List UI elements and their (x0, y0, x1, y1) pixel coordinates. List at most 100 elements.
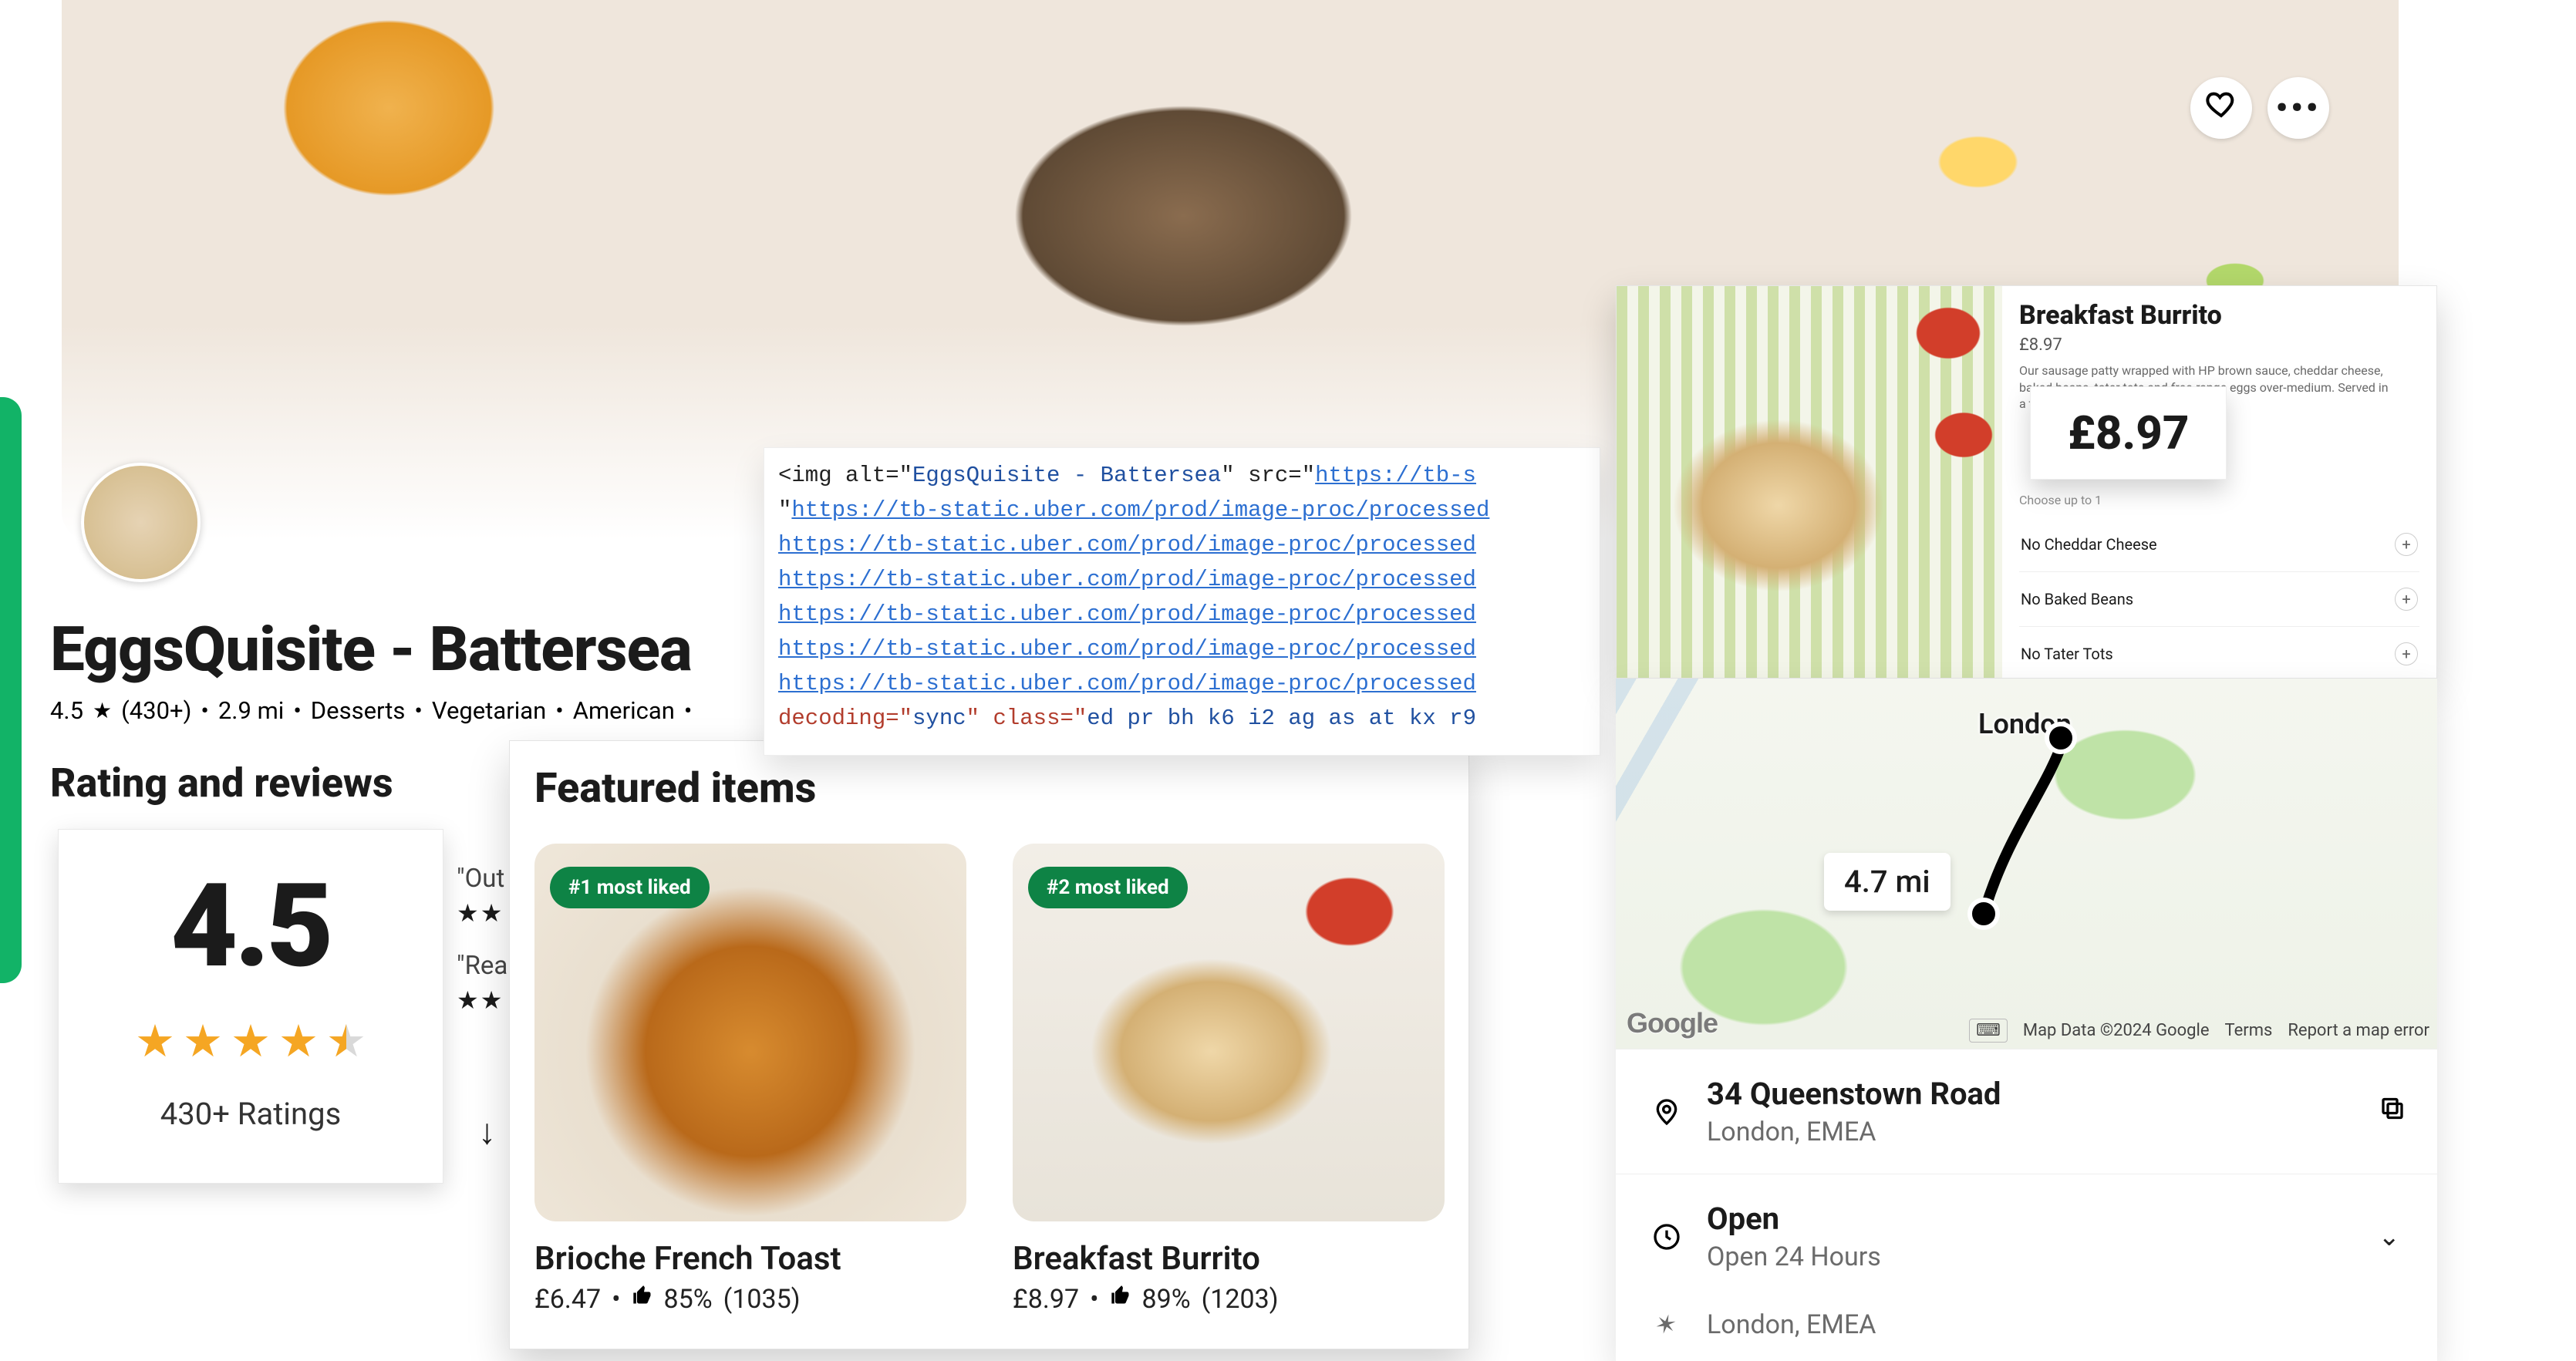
location-pin-icon (1648, 1093, 1685, 1130)
code-text: <img alt=" (778, 463, 912, 488)
code-url[interactable]: https://tb-static.uber.com/prod/image-pr… (778, 636, 1476, 662)
copy-address-icon[interactable] (2379, 1094, 2406, 1129)
meta-sep: • (414, 696, 422, 725)
open-label: Open (1707, 1201, 1881, 1237)
map[interactable]: London 4.7 mi Google ⌨ Map Data ©2024 Go… (1616, 679, 2437, 1049)
map-point-end (2049, 726, 2072, 750)
rating-value: 4.5 (50, 696, 83, 725)
item-price-small: £8.97 (2019, 335, 2419, 355)
price-callout: £8.97 (2030, 386, 2227, 480)
tag: Vegetarian (432, 696, 546, 725)
chevron-down-icon: ⌄ (2379, 1221, 2401, 1252)
item-detail-image (1617, 286, 2002, 678)
keyboard-icon[interactable]: ⌨ (1969, 1019, 2008, 1043)
code-url[interactable]: https://tb-static.uber.com/prod/image-pr… (778, 567, 1476, 592)
code-text: " src=" (1221, 463, 1315, 488)
item-detail-panel: Breakfast Burrito £8.97 Our sausage patt… (1616, 285, 2437, 679)
star-half-icon: ★ (326, 1015, 366, 1068)
hours-row[interactable]: Open Open 24 Hours ⌄ (1616, 1174, 2437, 1299)
code-url[interactable]: https://tb-static.uber.com/prod/image-pr… (778, 671, 1476, 696)
tag: Desserts (311, 696, 406, 725)
food-meta: £8.97 • 89% (1203) (1013, 1284, 1445, 1315)
options-heading: Choose up to 1 (2019, 493, 2102, 507)
option-label: No Tater Tots (2021, 645, 2113, 663)
add-option-button[interactable]: + (2395, 533, 2418, 556)
like-count: (1035) (723, 1284, 801, 1315)
heart-icon (2206, 89, 2237, 128)
meta-sep: • (555, 696, 563, 725)
google-logo: Google (1627, 1007, 1718, 1039)
extra-row-partial: ✶ London, EMEA (1616, 1299, 2437, 1343)
option-label: No Baked Beans (2021, 590, 2133, 608)
star-icon: ★ (93, 698, 112, 723)
meta-sep: • (201, 696, 208, 725)
restaurant-name: EggsQuisite - Battersea (50, 613, 692, 686)
code-url[interactable]: https://tb-static.uber.com/prod/image-pr… (778, 601, 1476, 627)
address-row[interactable]: 34 Queenstown Road London, EMEA (1616, 1049, 2437, 1174)
option-row[interactable]: No Tater Tots + (2019, 626, 2419, 681)
food-image: #1 most liked (534, 844, 966, 1221)
title-block: EggsQuisite - Battersea 4.5 ★ (430+) • 2… (50, 613, 692, 725)
star-icon: ★ (231, 1015, 271, 1068)
add-option-button[interactable]: + (2395, 588, 2418, 611)
devtools-code-snippet: <img alt="EggsQuisite - Battersea" src="… (764, 447, 1600, 756)
featured-item[interactable]: #2 most liked Breakfast Burrito £8.97 • … (1013, 844, 1445, 1315)
map-attribution: ⌨ Map Data ©2024 Google Terms Report a m… (1969, 1019, 2429, 1043)
rating-count-label: 430+ Ratings (160, 1096, 341, 1132)
map-distance-chip: 4.7 mi (1824, 853, 1951, 911)
map-point-start (1972, 902, 1995, 925)
address-line1: 34 Queenstown Road (1707, 1076, 2001, 1112)
scroll-down-icon[interactable]: ↓ (478, 1110, 496, 1153)
add-option-button[interactable]: + (2395, 642, 2418, 665)
code-text: ed pr bh k6 i2 ag as at kx r9 (1087, 706, 1476, 731)
most-liked-badge: #1 most liked (550, 867, 710, 908)
like-percent: 89% (1142, 1284, 1191, 1315)
code-text: EggsQuisite - Battersea (912, 463, 1221, 488)
ghost-text: London, EMEA (1707, 1309, 1876, 1340)
meta-sep: • (684, 696, 692, 725)
link-icon: ✶ (1640, 1299, 1693, 1351)
code-text: sync (912, 706, 966, 731)
item-title: Breakfast Burrito (2019, 300, 2419, 331)
food-name: Breakfast Burrito (1013, 1240, 1445, 1278)
code-text: " class=" (966, 706, 1087, 731)
meta-sep: • (293, 696, 301, 725)
address-line2: London, EMEA (1707, 1117, 2001, 1147)
food-meta: £6.47 • 85% (1035) (534, 1284, 966, 1315)
favorite-button[interactable] (2190, 77, 2252, 139)
review-stars: ★★ (457, 985, 507, 1015)
option-row[interactable]: No Cheddar Cheese + (2019, 517, 2419, 571)
star-icon: ★ (278, 1015, 319, 1068)
reviews-peek: "Out ★★ "Rea ★★ (457, 864, 507, 1038)
rating-count: (430+) (121, 696, 191, 725)
tag: American (573, 696, 675, 725)
code-url[interactable]: https://tb-s (1315, 463, 1476, 488)
side-accent (0, 397, 22, 983)
like-percent: 85% (664, 1284, 713, 1315)
map-report-link[interactable]: Report a map error (2288, 1021, 2429, 1040)
option-label: No Cheddar Cheese (2021, 535, 2157, 554)
option-row[interactable]: No Baked Beans + (2019, 571, 2419, 626)
code-text: decoding=" (778, 706, 912, 731)
map-terms-link[interactable]: Terms (2225, 1021, 2273, 1040)
code-url[interactable]: https://tb-static.uber.com/prod/image-pr… (791, 497, 1489, 523)
food-price: £8.97 (1013, 1284, 1079, 1315)
star-icon: ★ (183, 1015, 223, 1068)
review-stars: ★★ (457, 898, 507, 928)
stars-row: ★ ★ ★ ★ ★ (135, 1015, 366, 1068)
featured-item[interactable]: #1 most liked Brioche French Toast £6.47… (534, 844, 966, 1315)
meta-sep: • (612, 1284, 620, 1315)
location-panel: London 4.7 mi Google ⌨ Map Data ©2024 Go… (1616, 679, 2437, 1361)
more-icon: ••• (2276, 89, 2321, 127)
options-list: No Cheddar Cheese + No Baked Beans + No … (2019, 517, 2419, 681)
code-url[interactable]: https://tb-static.uber.com/prod/image-pr… (778, 532, 1476, 558)
code-text: " (778, 497, 791, 523)
thumbs-up-icon (1110, 1282, 1131, 1313)
hours-label: Open 24 Hours (1707, 1241, 1881, 1272)
star-icon: ★ (135, 1015, 175, 1068)
more-options-button[interactable]: ••• (2267, 77, 2329, 139)
map-copyright: Map Data ©2024 Google (2023, 1021, 2210, 1040)
review-quote: "Out (457, 864, 507, 894)
thumbs-up-icon (632, 1282, 653, 1313)
featured-heading: Featured items (534, 764, 1444, 813)
